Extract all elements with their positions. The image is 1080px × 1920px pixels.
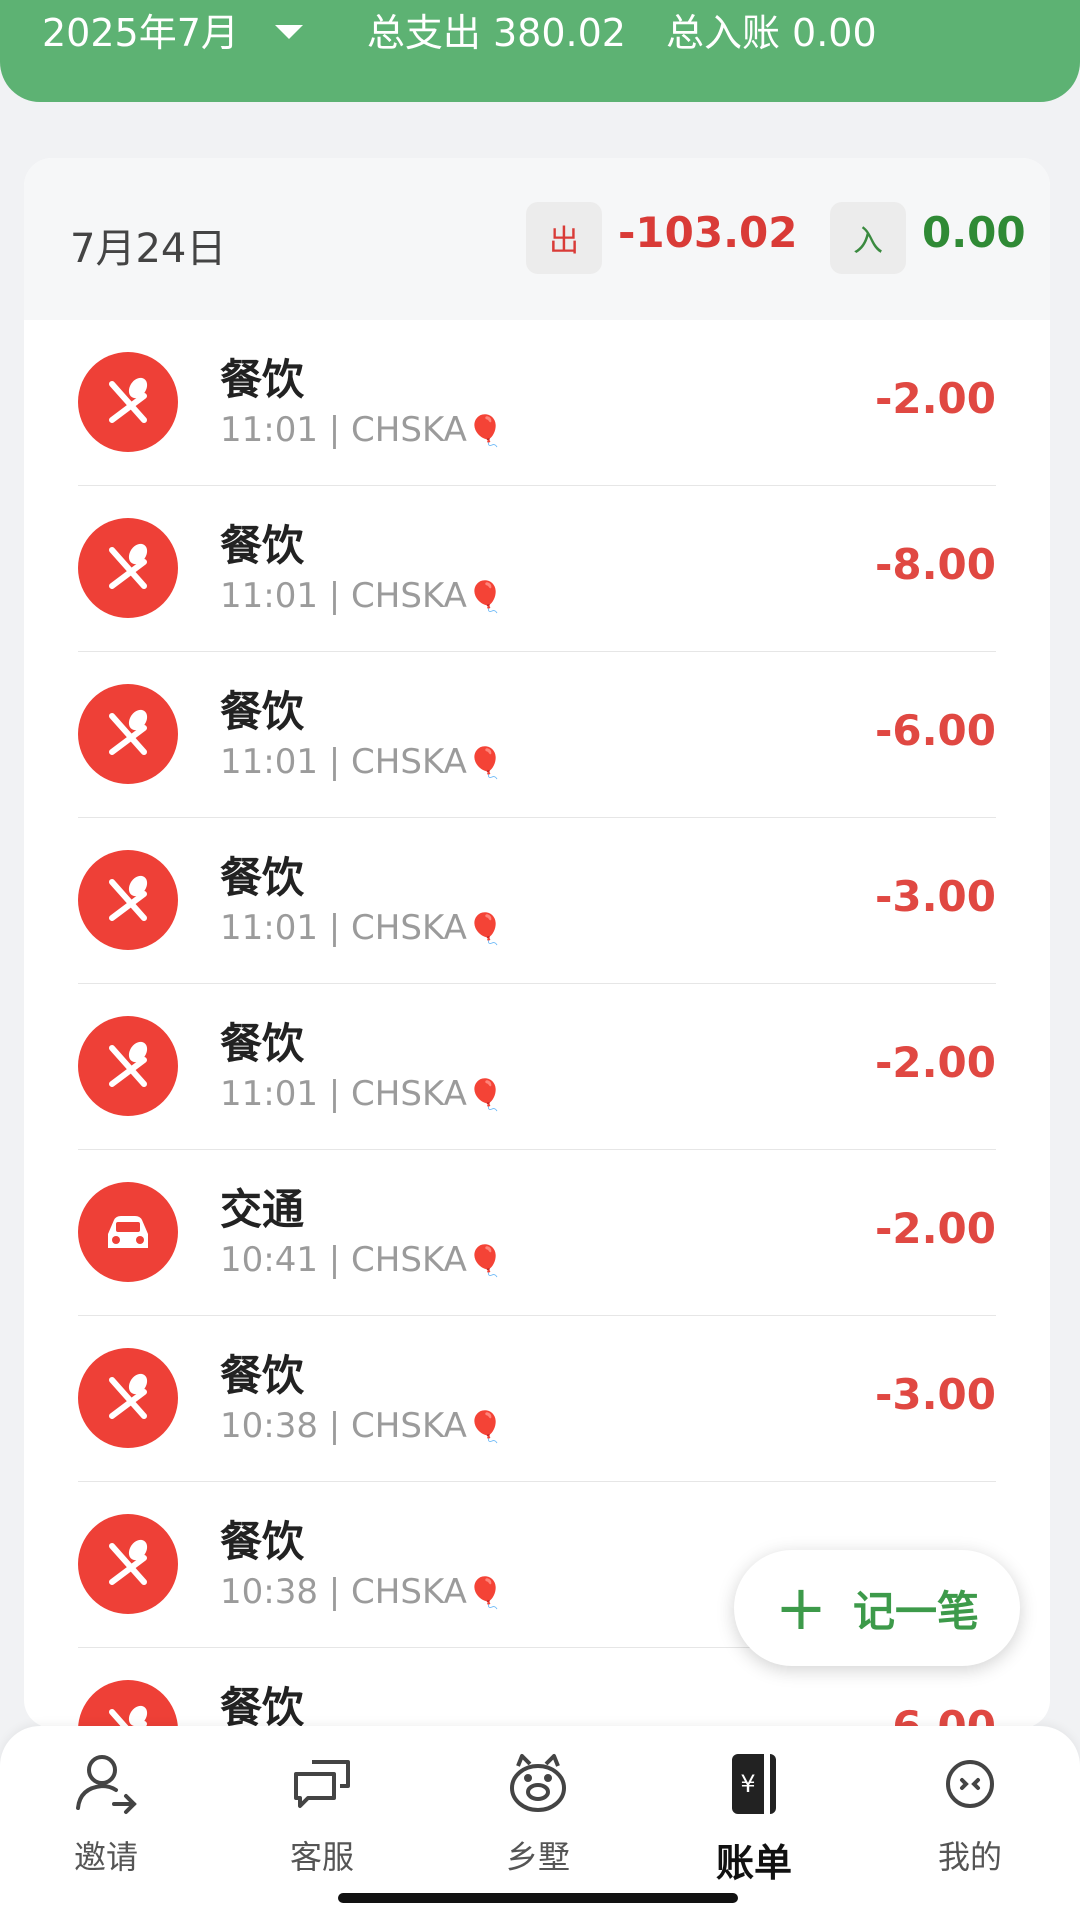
transaction-amount: -2.00 (874, 1038, 996, 1087)
utensils-icon (78, 684, 178, 784)
list-item[interactable]: 餐饮 11:01 | CHSKA🎈 -8.00 (24, 486, 1050, 652)
transaction-meta: 11:01 | CHSKA🎈 (220, 908, 505, 948)
profile-face-icon (930, 1744, 1010, 1824)
bill-book-icon: ¥ (714, 1744, 794, 1824)
transaction-amount: -6.00 (874, 706, 996, 755)
balloon-icon: 🎈 (466, 1078, 505, 1113)
balloon-icon: 🎈 (466, 1410, 505, 1445)
transaction-meta: 10:38 | CHSKA🎈 (220, 1572, 505, 1612)
list-item[interactable]: 交通 10:41 | CHSKA🎈 -2.00 (24, 1150, 1050, 1316)
transaction-amount: -3.00 (874, 872, 996, 921)
list-item[interactable]: 餐饮 11:01 | CHSKA🎈 -2.00 (24, 320, 1050, 486)
category-label: 餐饮 (220, 521, 305, 570)
utensils-icon (78, 1016, 178, 1116)
transaction-meta: 11:01 | CHSKA🎈 (220, 742, 505, 782)
transaction-meta: 10:41 | CHSKA🎈 (220, 1240, 505, 1280)
expense-badge: 出 (526, 202, 602, 274)
transaction-meta: 11:01 | CHSKA🎈 (220, 1074, 505, 1114)
chat-bubbles-icon (282, 1744, 362, 1824)
day-expense-amount: -103.02 (618, 208, 798, 257)
transaction-amount: -3.00 (874, 1370, 996, 1419)
balloon-icon: 🎈 (466, 1244, 505, 1279)
balloon-icon: 🎈 (466, 1576, 505, 1611)
balloon-icon: 🎈 (466, 912, 505, 947)
chevron-down-icon (274, 24, 303, 39)
income-badge: 入 (830, 202, 906, 274)
home-indicator (338, 1893, 738, 1903)
utensils-icon (78, 1348, 178, 1448)
add-record-button[interactable]: + 记一笔 (734, 1550, 1020, 1666)
utensils-icon (78, 518, 178, 618)
day-date: 7月24日 (70, 226, 227, 272)
tab-village[interactable]: 乡墅 (458, 1744, 618, 1894)
balloon-icon: 🎈 (466, 746, 505, 781)
pig-icon (498, 1744, 578, 1824)
tab-invite[interactable]: 邀请 (26, 1744, 186, 1894)
utensils-icon (78, 850, 178, 950)
list-item[interactable]: 餐饮 11:01 | CHSKA🎈 -2.00 (24, 984, 1050, 1150)
plus-icon: + (775, 1571, 827, 1644)
utensils-icon (78, 1680, 178, 1728)
tab-customer-service[interactable]: 客服 (242, 1744, 402, 1894)
balloon-icon: 🎈 (466, 580, 505, 615)
invite-user-icon (66, 1744, 146, 1824)
transaction-amount: -6.00 (874, 1702, 996, 1728)
tab-label: 邀请 (73, 1838, 138, 1876)
tab-label: 客服 (289, 1838, 354, 1876)
bottom-tab-bar: 邀请 客服 乡墅 ¥ 账单 我的 (0, 1726, 1080, 1920)
category-label: 餐饮 (220, 687, 305, 736)
svg-text:¥: ¥ (740, 1770, 755, 1798)
day-income-amount: 0.00 (922, 208, 1026, 257)
transaction-list: 餐饮 11:01 | CHSKA🎈 -2.00 餐饮 11:01 | CHSKA… (24, 320, 1050, 1728)
transaction-amount: -8.00 (874, 540, 996, 589)
transaction-meta: 11:01 | CHSKA🎈 (220, 576, 505, 616)
tab-mine[interactable]: 我的 (890, 1744, 1050, 1894)
tab-bill[interactable]: ¥ 账单 (674, 1744, 834, 1894)
transaction-amount: -2.00 (874, 1204, 996, 1253)
tab-label: 账单 (715, 1841, 792, 1885)
transaction-amount: -2.00 (874, 374, 996, 423)
category-label: 餐饮 (220, 1019, 305, 1068)
list-item[interactable]: 餐饮 11:01 | CHSKA🎈 -6.00 (24, 652, 1050, 818)
transaction-meta: 10:38 | CHSKA🎈 (220, 1406, 505, 1446)
month-label: 2025年7月 (42, 11, 239, 55)
category-label: 餐饮 (220, 1517, 305, 1566)
category-label: 交通 (220, 1185, 305, 1234)
category-label: 餐饮 (220, 1351, 305, 1400)
utensils-icon (78, 1514, 178, 1614)
utensils-icon (78, 352, 178, 452)
day-summary: 7月24日 出 -103.02 入 0.00 (24, 158, 1050, 320)
car-icon (78, 1182, 178, 1282)
month-selector[interactable]: 2025年7月 (42, 2, 303, 57)
list-item[interactable]: 餐饮 10:38 | CHSKA🎈 -3.00 (24, 1316, 1050, 1482)
tab-label: 乡墅 (505, 1838, 570, 1876)
bill-card: 7月24日 出 -103.02 入 0.00 餐饮 11:01 | CHSKA🎈… (24, 158, 1050, 1728)
category-label: 餐饮 (220, 853, 305, 902)
balloon-icon: 🎈 (466, 414, 505, 449)
add-record-label: 记一笔 (852, 1586, 979, 1636)
category-label: 餐饮 (220, 355, 305, 404)
transaction-meta: 11:01 | CHSKA🎈 (220, 410, 505, 450)
top-summary-bar: 2025年7月 总支出 380.02 总入账 0.00 (0, 0, 1080, 102)
tab-label: 我的 (937, 1838, 1002, 1876)
total-expense: 总支出 380.02 (366, 11, 626, 55)
list-item[interactable]: 餐饮 11:01 | CHSKA🎈 -3.00 (24, 818, 1050, 984)
category-label: 餐饮 (220, 1683, 305, 1728)
total-income: 总入账 0.00 (665, 11, 877, 55)
